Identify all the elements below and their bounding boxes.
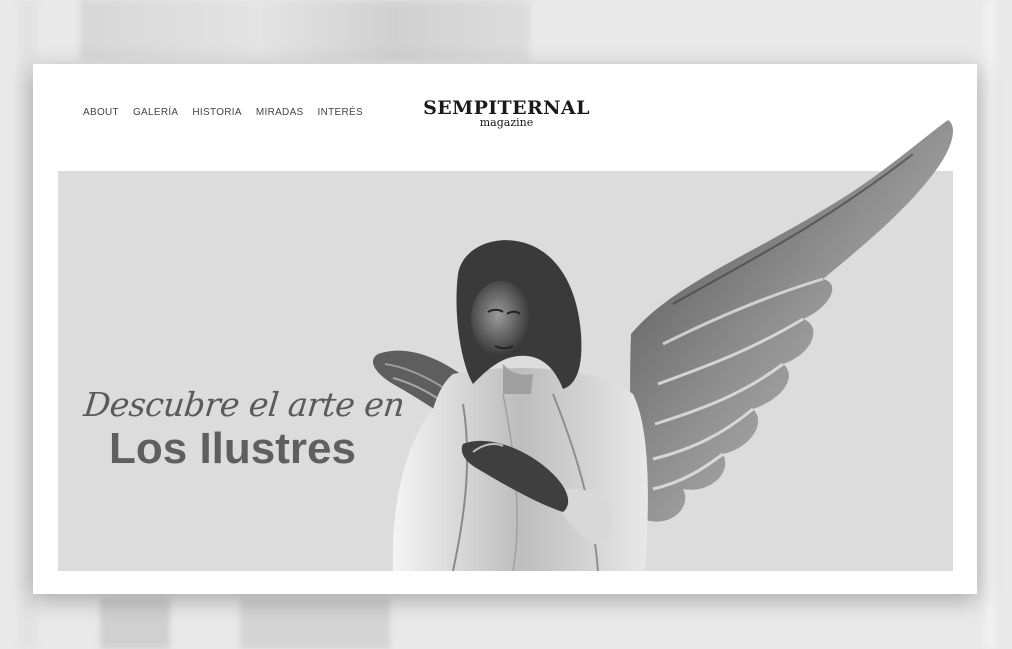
hero-script-line: Descubre el arte en <box>82 385 407 424</box>
background-right-edge <box>985 0 995 649</box>
logo-subtitle: magazine <box>479 116 534 129</box>
background-blurred-top <box>80 0 530 60</box>
nav-item-galeria[interactable]: GALERÍA <box>133 107 178 118</box>
nav-item-historia[interactable]: HISTORIA <box>192 107 241 118</box>
site-logo[interactable]: SEMPITERNAL magazine <box>419 97 594 128</box>
nav-item-about[interactable]: ABOUT <box>83 107 119 118</box>
website-card: ABOUT GALERÍA HISTORIA MIRADAS INTERÉS S… <box>33 64 977 594</box>
background-blurred-bottom-left <box>100 598 170 649</box>
nav-item-interes[interactable]: INTERÉS <box>318 107 363 118</box>
hero-banner: Descubre el arte en Los Ilustres <box>58 171 953 571</box>
hero-heading: Descubre el arte en Los Ilustres <box>82 385 407 474</box>
hero-title: Los Ilustres <box>109 424 356 473</box>
nav-item-miradas[interactable]: MIRADAS <box>256 107 304 118</box>
main-nav: ABOUT GALERÍA HISTORIA MIRADAS INTERÉS <box>83 107 363 118</box>
background-blurred-bottom-center <box>240 598 390 649</box>
